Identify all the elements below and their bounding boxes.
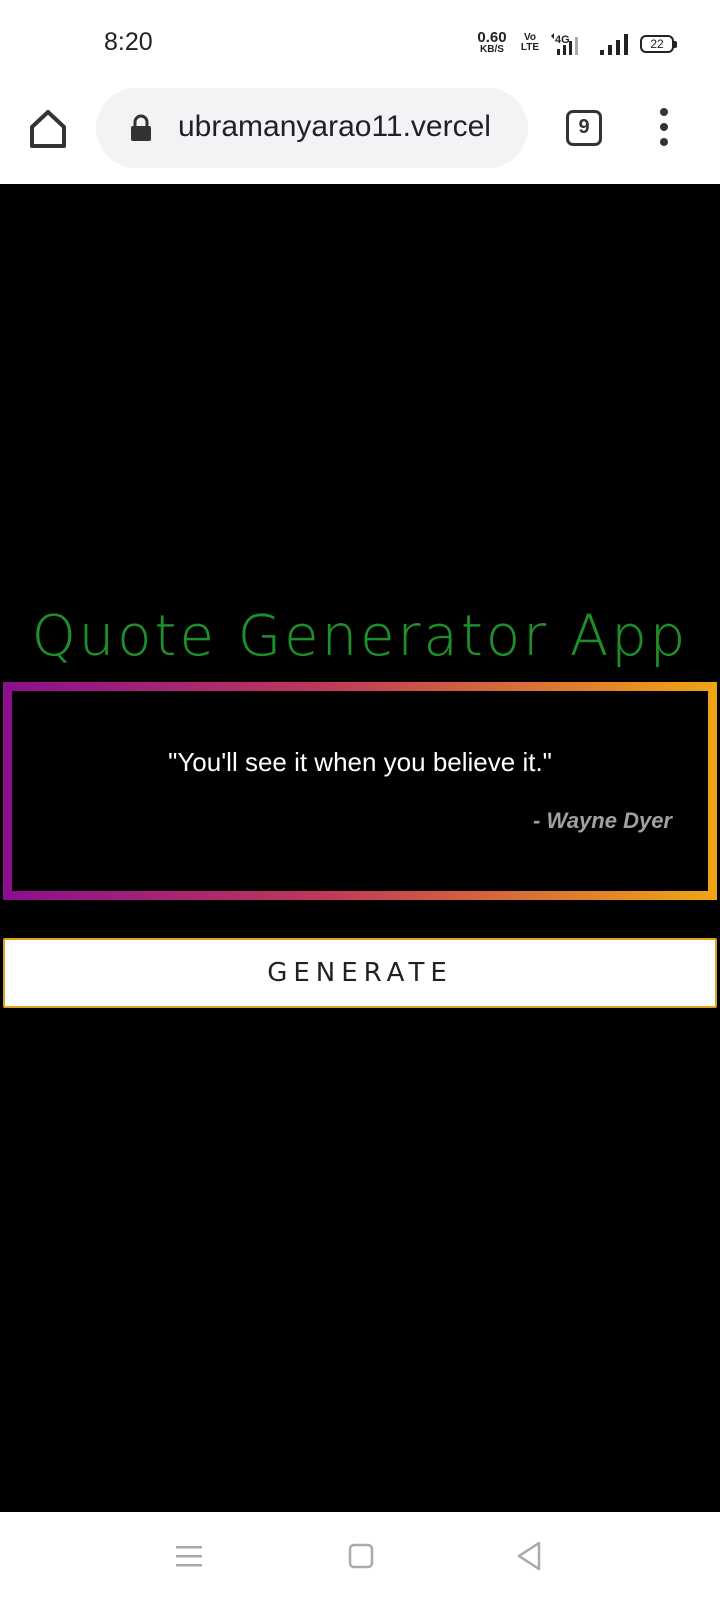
- address-bar[interactable]: ubramanyarao11.vercel: [96, 88, 528, 168]
- page-content: Quote Generator App "You'll see it when …: [0, 184, 720, 1512]
- network-speed-value: 0.60: [477, 29, 507, 46]
- tab-switcher-button[interactable]: 9: [566, 110, 602, 146]
- system-nav-bar: [0, 1512, 720, 1600]
- quote-card-inner: "You'll see it when you believe it." - W…: [12, 691, 708, 891]
- status-time: 8:20: [104, 28, 153, 56]
- quote-text: "You'll see it when you believe it.": [168, 747, 552, 777]
- lock-icon: [131, 114, 151, 141]
- network-speed: 0.60 KB/S: [474, 30, 510, 55]
- battery-icon: 22: [640, 35, 677, 53]
- more-options-icon[interactable]: [654, 108, 674, 148]
- signal-4g-icon: 4G: [551, 33, 578, 55]
- generate-button[interactable]: GENERATE: [3, 938, 717, 1008]
- recent-apps-icon[interactable]: [176, 1544, 202, 1568]
- url-text[interactable]: ubramanyarao11.vercel: [178, 110, 523, 146]
- home-icon[interactable]: [26, 107, 70, 151]
- battery-level: 22: [650, 37, 664, 51]
- app-title: Quote Generator App: [31, 604, 689, 669]
- quote-author: - Wayne Dyer: [533, 808, 672, 833]
- status-bar: 8:20 0.60 KB/S Vo LTE 4G 22: [0, 0, 720, 88]
- back-icon[interactable]: [516, 1540, 542, 1572]
- network-type-label: 4G: [555, 34, 570, 46]
- browser-toolbar: ubramanyarao11.vercel 9: [0, 88, 720, 184]
- quote-card: "You'll see it when you believe it." - W…: [3, 682, 717, 900]
- signal-strength-icon: [600, 34, 628, 55]
- home-nav-icon[interactable]: [348, 1542, 374, 1570]
- volte-icon: Vo LTE: [520, 32, 540, 53]
- network-speed-unit: KB/S: [480, 44, 504, 55]
